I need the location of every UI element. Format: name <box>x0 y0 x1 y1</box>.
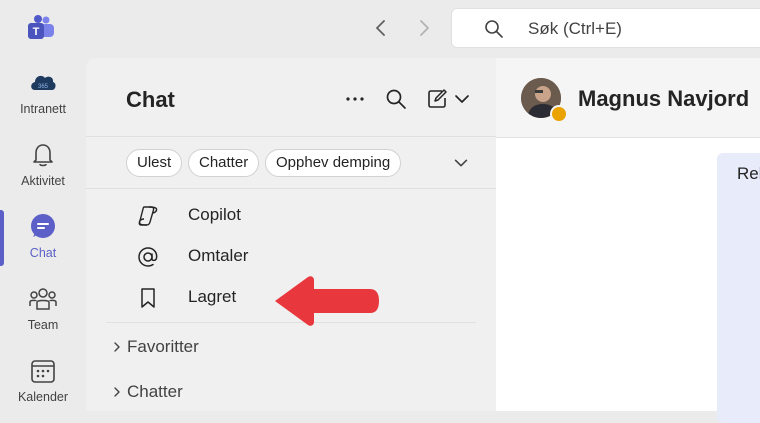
rail-label: Chat <box>29 246 57 260</box>
chat-list-panel: Chat Ulest Chatter Opphev demping Copilo… <box>86 58 496 411</box>
list-item-copilot[interactable]: Copilot <box>136 198 436 232</box>
filters-expand-icon[interactable] <box>451 153 471 173</box>
conversation-name[interactable]: Magnus Navjord <box>578 86 749 112</box>
section-label: Chatter <box>127 382 183 401</box>
filter-chip-opphev-demping[interactable]: Opphev demping <box>265 149 402 177</box>
filter-chip-ulest[interactable]: Ulest <box>126 149 183 177</box>
bell-icon <box>33 144 53 167</box>
list-item-label: Lagret <box>188 287 237 306</box>
rail-item-aktivitet[interactable]: Aktivitet <box>0 130 86 200</box>
svg-text:365: 365 <box>38 84 49 90</box>
more-options-icon[interactable] <box>344 88 366 110</box>
new-chat-icon[interactable] <box>426 88 448 110</box>
copilot-icon <box>138 206 158 226</box>
red-arrow-pointer <box>275 276 379 326</box>
filter-chip-chatter[interactable]: Chatter <box>188 149 260 177</box>
search-box[interactable]: Søk (Ctrl+E) <box>451 8 760 48</box>
search-placeholder: Søk (Ctrl+E) <box>528 19 622 38</box>
message-bubble <box>717 153 760 423</box>
rail-label: Intranett <box>20 102 66 116</box>
rail-item-chat[interactable]: Chat <box>0 202 86 272</box>
rail-item-intranett[interactable]: 365 Intranett <box>0 58 86 128</box>
rail-label: Kalender <box>17 390 69 404</box>
conversation-header: Magnus Navjord <box>496 58 760 138</box>
chevron-right-icon <box>114 387 120 397</box>
panel-title: Chat <box>126 87 175 112</box>
chevron-down-icon[interactable] <box>451 88 473 110</box>
panel-divider <box>86 188 496 189</box>
section-label: Favoritter <box>127 337 199 356</box>
presence-away-badge <box>550 105 568 123</box>
title-bar: T Søk (Ctrl+E) <box>0 0 760 58</box>
app-rail: 365 Intranett Aktivitet Chat Team Kalend… <box>0 58 86 411</box>
team-icon <box>29 288 57 310</box>
search-icon[interactable] <box>385 88 407 110</box>
rail-item-team[interactable]: Team <box>0 274 86 344</box>
svg-text:T: T <box>33 26 40 38</box>
bookmark-icon <box>141 288 155 308</box>
rail-item-kalender[interactable]: Kalender <box>0 346 86 416</box>
back-icon[interactable] <box>370 17 392 39</box>
chat-icon <box>31 214 55 238</box>
list-item-label: Omtaler <box>188 246 249 265</box>
section-favoritter[interactable]: Favoritter <box>110 333 470 363</box>
at-sign-icon <box>138 247 158 267</box>
list-item-label: Copilot <box>188 205 241 224</box>
section-chatter[interactable]: Chatter <box>110 378 470 408</box>
panel-divider <box>86 136 496 137</box>
conversation-pane: Magnus Navjord Rel <box>496 58 760 423</box>
forward-icon[interactable] <box>413 17 435 39</box>
teams-logo-icon: T <box>28 15 54 39</box>
search-icon <box>485 20 503 38</box>
list-item-omtaler[interactable]: Omtaler <box>136 239 436 273</box>
intranet-icon: 365 <box>31 75 56 90</box>
rail-label: Aktivitet <box>21 174 65 188</box>
chevron-right-icon <box>114 342 120 352</box>
message-preview-text: Rel <box>737 164 760 183</box>
rail-label: Team <box>27 318 59 332</box>
calendar-icon <box>31 360 55 383</box>
